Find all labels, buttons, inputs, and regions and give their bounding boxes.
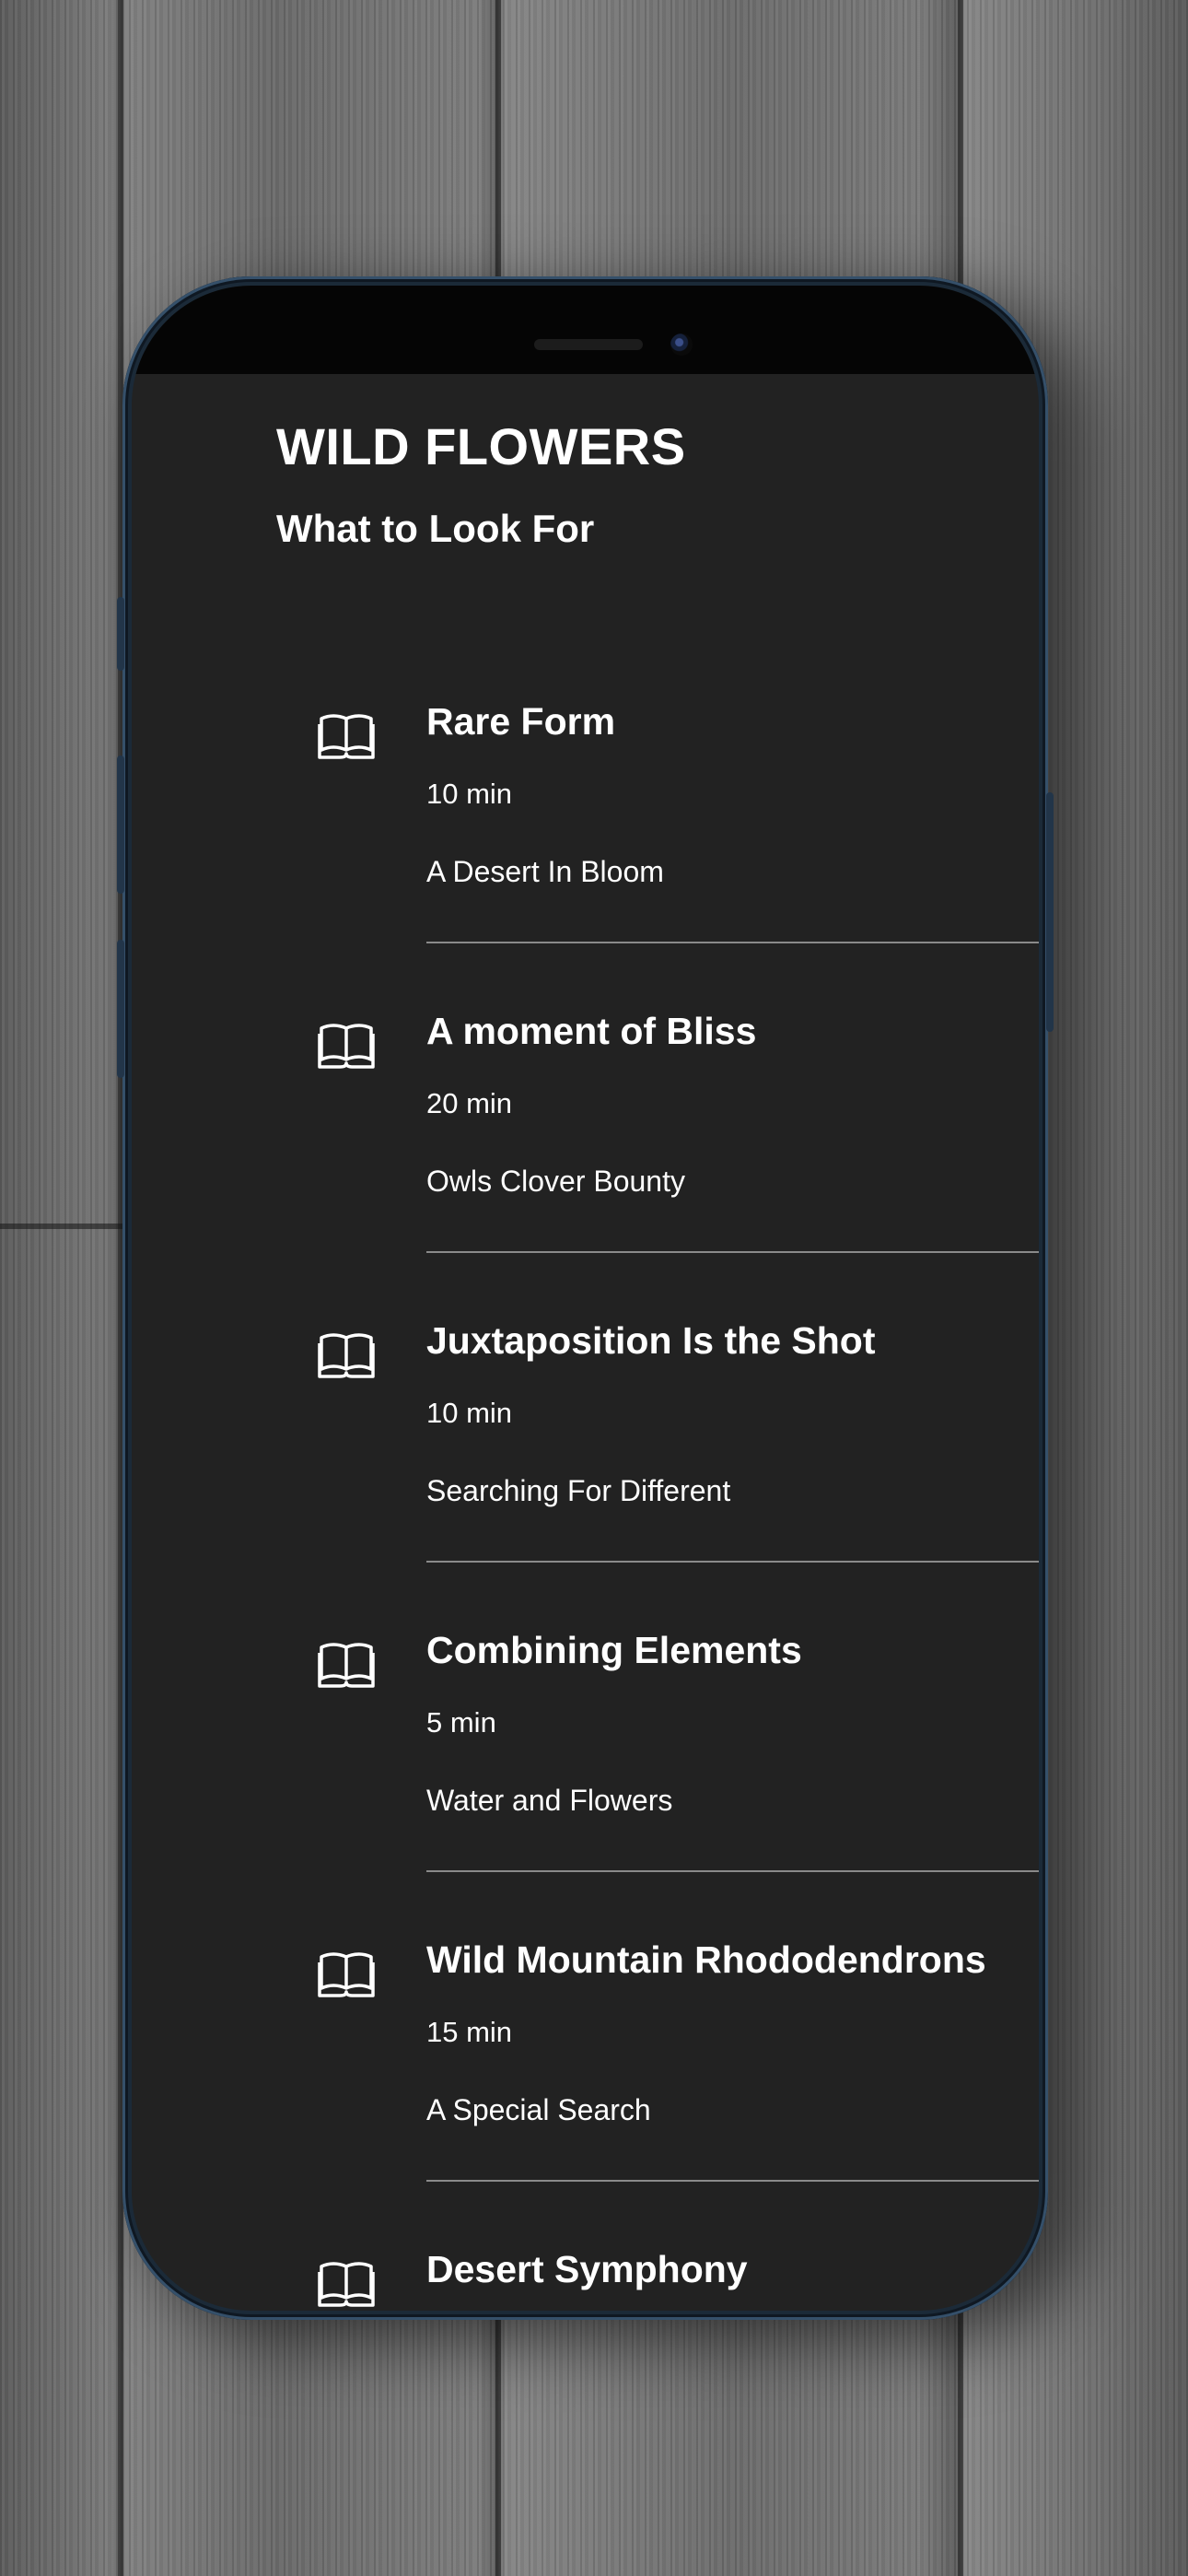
item-description: Owls Clover Bounty — [426, 1165, 685, 1198]
book-icon — [318, 1643, 375, 1688]
item-title: Wild Mountain Rhododendrons — [426, 1938, 986, 1981]
app-screen: WILD FLOWERS What to Look For Rare Form … — [132, 286, 1039, 2311]
phone-volume-down-button — [117, 940, 124, 1078]
item-description: A Desert In Bloom — [426, 855, 664, 888]
list-item[interactable]: Wild Mountain Rhododendrons 15 min A Spe… — [132, 1922, 1039, 2231]
item-duration: 10 min — [426, 778, 513, 810]
item-title: Combining Elements — [426, 1629, 802, 1671]
article-list: Rare Form 10 min A Desert In Bloom A mom… — [132, 286, 1039, 2311]
item-title: Desert Symphony — [426, 2248, 748, 2290]
divider — [426, 1251, 1039, 1253]
item-title: A moment of Bliss — [426, 1010, 757, 1052]
wood-plank-seam — [495, 2320, 501, 2576]
book-icon — [318, 1333, 375, 1378]
list-item[interactable]: Juxtaposition Is the Shot 10 min Searchi… — [132, 1303, 1039, 1612]
book-icon — [318, 2262, 375, 2307]
item-duration: 20 min — [426, 1087, 513, 1119]
list-item[interactable]: Combining Elements 5 min Water and Flowe… — [132, 1612, 1039, 1922]
phone-side-button — [117, 597, 124, 671]
book-icon — [318, 1952, 375, 1997]
book-icon — [318, 714, 375, 759]
item-title: Rare Form — [426, 700, 616, 743]
item-duration: 10 min — [426, 1397, 513, 1429]
item-description: Water and Flowers — [426, 1784, 673, 1817]
divider — [426, 2180, 1039, 2182]
phone-power-button — [1046, 792, 1054, 1032]
list-item[interactable]: Rare Form 10 min A Desert In Bloom — [132, 684, 1039, 993]
divider — [426, 942, 1039, 943]
item-description: A Special Search — [426, 2093, 651, 2126]
list-item[interactable]: A moment of Bliss 20 min Owls Clover Bou… — [132, 993, 1039, 1303]
wood-plank-seam — [495, 0, 501, 276]
phone-frame: WILD FLOWERS What to Look For Rare Form … — [117, 276, 1054, 2320]
divider — [426, 1870, 1039, 1872]
list-item[interactable]: Desert Symphony — [132, 2231, 1039, 2311]
phone-volume-up-button — [117, 755, 124, 894]
wood-plank-seam — [0, 1224, 122, 1229]
book-icon — [318, 1024, 375, 1069]
item-duration: 15 min — [426, 2016, 513, 2048]
item-description: Searching For Different — [426, 1474, 731, 1507]
item-title: Juxtaposition Is the Shot — [426, 1319, 876, 1362]
divider — [426, 1561, 1039, 1563]
item-duration: 5 min — [426, 1706, 496, 1739]
